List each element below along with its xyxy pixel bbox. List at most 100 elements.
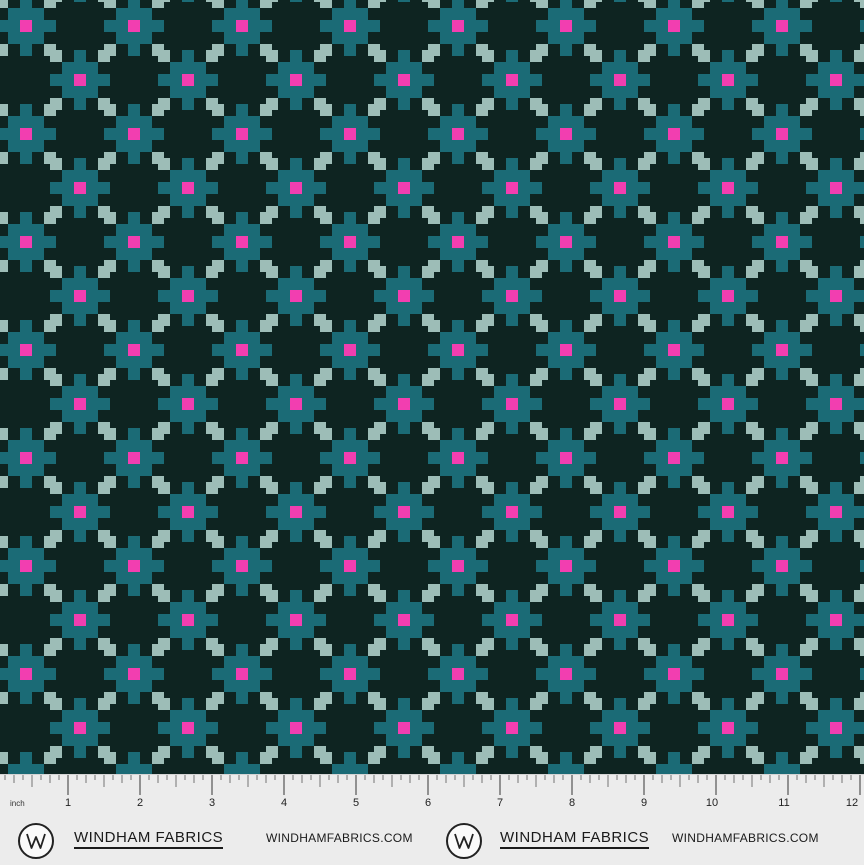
teal-square — [680, 32, 692, 44]
teal-square — [680, 560, 692, 572]
teal-square — [584, 344, 596, 356]
teal-square — [8, 344, 20, 356]
teal-square — [410, 614, 422, 626]
sage-square — [0, 0, 8, 8]
teal-square — [572, 8, 584, 20]
teal-square — [386, 626, 398, 638]
teal-square — [32, 224, 44, 236]
pink-square — [776, 20, 788, 32]
teal-square — [722, 0, 734, 2]
teal-square — [842, 194, 854, 206]
teal-square — [428, 20, 440, 32]
sage-square — [482, 482, 494, 494]
teal-square — [482, 506, 494, 518]
teal-square — [506, 638, 518, 650]
teal-square — [656, 680, 668, 692]
teal-square — [20, 644, 32, 656]
teal-square — [464, 140, 476, 152]
teal-square — [464, 236, 476, 248]
teal-square — [440, 560, 452, 572]
teal-square — [818, 626, 830, 638]
teal-square — [494, 194, 506, 206]
teal-square — [8, 572, 20, 584]
teal-square — [128, 572, 140, 584]
teal-square — [464, 764, 476, 774]
teal-square — [668, 32, 680, 44]
teal-square — [236, 368, 248, 380]
teal-square — [818, 194, 830, 206]
teal-square — [602, 626, 614, 638]
teal-square — [302, 278, 314, 290]
teal-square — [140, 680, 152, 692]
teal-square — [506, 410, 518, 422]
teal-square — [248, 20, 260, 32]
teal-square — [830, 710, 842, 722]
teal-square — [614, 602, 626, 614]
sage-square — [536, 428, 548, 440]
pink-square — [236, 452, 248, 464]
teal-square — [560, 248, 572, 260]
brand-website-2[interactable]: WINDHAMFABRICS.COM — [672, 831, 819, 845]
teal-square — [374, 722, 386, 734]
teal-square — [776, 764, 788, 774]
sage-square — [644, 584, 656, 596]
teal-square — [710, 722, 722, 734]
teal-square — [842, 386, 854, 398]
teal-square — [734, 62, 746, 74]
teal-square — [860, 128, 864, 140]
teal-square — [332, 560, 344, 572]
teal-square — [464, 440, 476, 452]
teal-square — [386, 710, 398, 722]
teal-square — [626, 86, 638, 98]
teal-square — [464, 128, 476, 140]
teal-square — [614, 422, 626, 434]
teal-square — [668, 320, 680, 332]
teal-square — [386, 602, 398, 614]
teal-square — [248, 560, 260, 572]
teal-square — [278, 710, 290, 722]
teal-square — [278, 734, 290, 746]
sage-square — [752, 644, 764, 656]
teal-square — [440, 8, 452, 20]
sage-square — [374, 158, 386, 170]
teal-square — [74, 158, 86, 170]
teal-square — [602, 74, 614, 86]
w-monogram-icon — [18, 823, 54, 859]
teal-square — [698, 506, 710, 518]
teal-square — [344, 764, 356, 774]
teal-square — [224, 344, 236, 356]
brand-website-1[interactable]: WINDHAMFABRICS.COM — [266, 831, 413, 845]
pink-square — [506, 722, 518, 734]
teal-square — [182, 194, 194, 206]
teal-square — [344, 260, 356, 272]
teal-square — [572, 464, 584, 476]
teal-square — [344, 536, 356, 548]
teal-square — [440, 764, 452, 774]
sage-square — [212, 368, 224, 380]
teal-square — [776, 8, 788, 20]
teal-square — [722, 482, 734, 494]
teal-square — [128, 644, 140, 656]
teal-square — [290, 194, 302, 206]
teal-square — [776, 752, 788, 764]
teal-square — [680, 236, 692, 248]
teal-square — [128, 752, 140, 764]
teal-square — [314, 182, 326, 194]
teal-square — [536, 560, 548, 572]
teal-square — [776, 548, 788, 560]
pink-square — [506, 290, 518, 302]
teal-square — [668, 8, 680, 20]
teal-square — [638, 614, 650, 626]
pink-square — [128, 236, 140, 248]
teal-square — [776, 116, 788, 128]
teal-square — [494, 302, 506, 314]
teal-square — [20, 680, 32, 692]
teal-square — [236, 572, 248, 584]
teal-square — [128, 8, 140, 20]
pink-square — [344, 452, 356, 464]
teal-square — [224, 680, 236, 692]
selvage-strip: inch 1 2 3 4 5 6 7 8 9 10 11 12 WINDHAM … — [0, 774, 864, 865]
teal-square — [236, 464, 248, 476]
teal-square — [518, 710, 530, 722]
teal-square — [788, 548, 800, 560]
